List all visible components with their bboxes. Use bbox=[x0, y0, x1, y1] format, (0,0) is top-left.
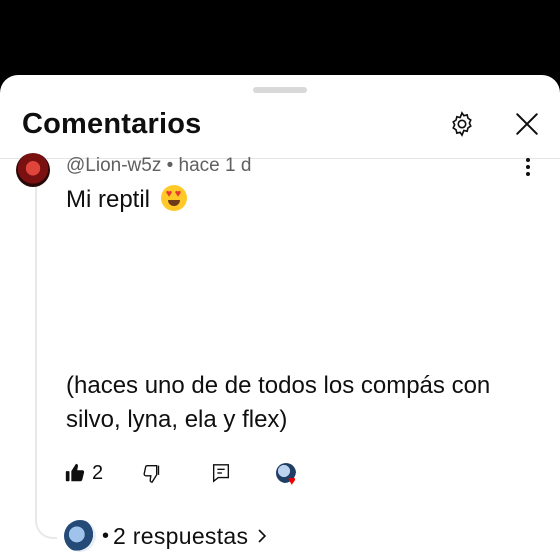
more-options-button[interactable] bbox=[518, 155, 538, 179]
like-button[interactable]: 2 bbox=[64, 458, 103, 488]
creator-heart-icon: ♥ bbox=[288, 473, 296, 488]
more-vert-icon bbox=[518, 158, 538, 176]
meta-separator: • bbox=[166, 155, 174, 176]
comment-author[interactable]: @Lion-w5z bbox=[66, 155, 161, 176]
reply-button[interactable] bbox=[210, 458, 232, 488]
thumbs-up-filled-icon bbox=[65, 463, 85, 482]
creator-avatar: ♥ bbox=[276, 463, 296, 487]
avatar[interactable] bbox=[16, 153, 50, 187]
like-count: 2 bbox=[92, 461, 104, 484]
comments-header: Comentarios bbox=[0, 75, 560, 159]
thread-connector-line bbox=[35, 177, 57, 539]
replies-avatar bbox=[64, 520, 96, 552]
replies-separator: • bbox=[102, 524, 110, 547]
comment-text-first: Mi reptil bbox=[66, 186, 151, 213]
comment-text-line: Mi reptil bbox=[66, 185, 187, 214]
chevron-right-icon bbox=[256, 528, 268, 544]
view-replies-button[interactable]: • 2 respuestas bbox=[64, 518, 268, 554]
comment-meta: @Lion-w5z • hace 1 d bbox=[66, 155, 251, 177]
thumbs-down-icon bbox=[143, 464, 160, 483]
heart-eyes-emoji-icon bbox=[160, 185, 187, 211]
close-icon bbox=[516, 113, 538, 135]
page-title: Comentarios bbox=[22, 108, 202, 140]
settings-button[interactable] bbox=[442, 104, 482, 144]
dislike-button[interactable] bbox=[142, 458, 164, 488]
replies-label: 2 respuestas bbox=[113, 522, 249, 549]
creator-heart-badge: ♥ bbox=[276, 458, 296, 488]
comment-text-body: (haces uno de de todos los compás con si… bbox=[66, 372, 491, 433]
close-button[interactable] bbox=[507, 104, 547, 144]
comment-time: hace 1 d bbox=[178, 155, 252, 176]
comment-actions: 2 ♥ bbox=[64, 458, 364, 488]
comments-sheet: Comentarios @Lion-w5z • hace 1 d Mi rept… bbox=[0, 75, 560, 560]
gear-icon bbox=[452, 111, 472, 137]
reply-icon bbox=[212, 464, 230, 483]
